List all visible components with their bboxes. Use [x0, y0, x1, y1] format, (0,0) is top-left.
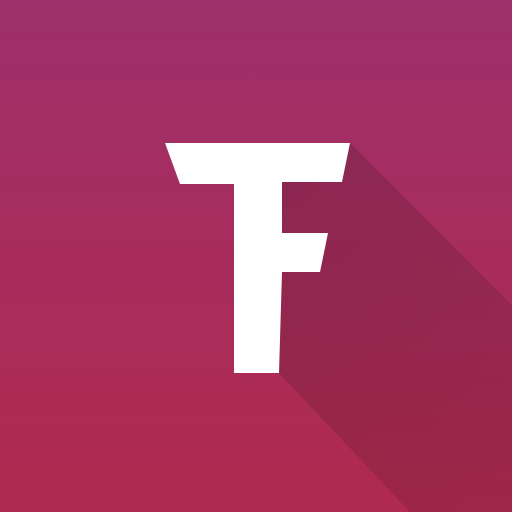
tf-logo-icon [0, 0, 512, 512]
app-icon [0, 0, 512, 512]
